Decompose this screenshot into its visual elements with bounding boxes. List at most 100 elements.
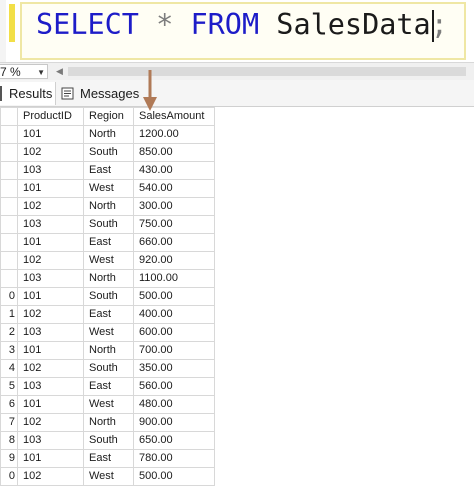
column-header-region[interactable]: Region — [83, 107, 134, 126]
row-number-cell[interactable]: 1 — [0, 305, 18, 324]
column-header-salesamount[interactable]: SalesAmount — [133, 107, 215, 126]
salesamount-cell[interactable]: 1200.00 — [133, 125, 215, 144]
productid-cell[interactable]: 101 — [17, 233, 84, 252]
region-cell[interactable]: North — [83, 197, 134, 216]
row-number-cell[interactable] — [0, 215, 18, 234]
dropdown-arrow-icon[interactable]: ▼ — [37, 65, 45, 80]
salesamount-cell[interactable]: 500.00 — [133, 287, 215, 306]
row-number-cell[interactable]: 6 — [0, 395, 18, 414]
productid-cell[interactable]: 102 — [17, 197, 84, 216]
row-number-cell[interactable] — [0, 233, 18, 252]
productid-cell[interactable]: 101 — [17, 125, 84, 144]
row-number-cell[interactable]: 5 — [0, 377, 18, 396]
table-row[interactable]: 6 101 West 480.00 — [0, 395, 215, 414]
productid-cell[interactable]: 103 — [17, 431, 84, 450]
productid-cell[interactable]: 102 — [17, 305, 84, 324]
region-cell[interactable]: East — [83, 377, 134, 396]
row-number-cell[interactable]: 3 — [0, 341, 18, 360]
table-row[interactable]: 5 103 East 560.00 — [0, 377, 215, 396]
table-row[interactable]: 103 South 750.00 — [0, 215, 215, 234]
region-cell[interactable]: East — [83, 161, 134, 180]
salesamount-cell[interactable]: 600.00 — [133, 323, 215, 342]
productid-cell[interactable]: 102 — [17, 143, 84, 162]
salesamount-cell[interactable]: 300.00 — [133, 197, 215, 216]
table-row[interactable]: 1 102 East 400.00 — [0, 305, 215, 324]
productid-cell[interactable]: 102 — [17, 251, 84, 270]
region-cell[interactable]: West — [83, 323, 134, 342]
table-row[interactable]: 9 101 East 780.00 — [0, 449, 215, 468]
column-header-productid[interactable]: ProductID — [17, 107, 84, 126]
region-cell[interactable]: West — [83, 395, 134, 414]
table-row[interactable]: 0 101 South 500.00 — [0, 287, 215, 306]
salesamount-cell[interactable]: 500.00 — [133, 467, 215, 486]
sql-query-line[interactable]: SELECT * FROM SalesData; — [36, 8, 448, 42]
productid-cell[interactable]: 101 — [17, 287, 84, 306]
productid-cell[interactable]: 102 — [17, 359, 84, 378]
table-row[interactable]: 8 103 South 650.00 — [0, 431, 215, 450]
productid-cell[interactable]: 103 — [17, 323, 84, 342]
row-number-cell[interactable]: 2 — [0, 323, 18, 342]
region-cell[interactable]: East — [83, 305, 134, 324]
row-number-cell[interactable] — [0, 161, 18, 180]
results-grid[interactable]: ProductID Region SalesAmount 101 North 120… — [0, 107, 215, 486]
region-cell[interactable]: South — [83, 359, 134, 378]
scroll-left-arrow-icon[interactable]: ◀ — [56, 64, 63, 79]
region-cell[interactable]: North — [83, 125, 134, 144]
salesamount-cell[interactable]: 560.00 — [133, 377, 215, 396]
row-number-cell[interactable] — [0, 197, 18, 216]
row-number-cell[interactable]: 4 — [0, 359, 18, 378]
table-row[interactable]: 2 103 West 600.00 — [0, 323, 215, 342]
productid-cell[interactable]: 103 — [17, 215, 84, 234]
table-row[interactable]: 103 East 430.00 — [0, 161, 215, 180]
productid-cell[interactable]: 101 — [17, 449, 84, 468]
table-row[interactable]: 4 102 South 350.00 — [0, 359, 215, 378]
salesamount-cell[interactable]: 1100.00 — [133, 269, 215, 288]
zoom-level-dropdown[interactable]: 7 % ▼ — [0, 64, 48, 79]
salesamount-cell[interactable]: 480.00 — [133, 395, 215, 414]
productid-cell[interactable]: 103 — [17, 269, 84, 288]
salesamount-cell[interactable]: 650.00 — [133, 431, 215, 450]
table-row[interactable]: 102 West 920.00 — [0, 251, 215, 270]
row-number-cell[interactable] — [0, 179, 18, 198]
row-number-cell[interactable] — [0, 251, 18, 270]
salesamount-cell[interactable]: 850.00 — [133, 143, 215, 162]
table-row[interactable]: 101 North 1200.00 — [0, 125, 215, 144]
row-number-cell[interactable]: 8 — [0, 431, 18, 450]
salesamount-cell[interactable]: 780.00 — [133, 449, 215, 468]
region-cell[interactable]: South — [83, 287, 134, 306]
row-number-cell[interactable]: 9 — [0, 449, 18, 468]
row-number-cell[interactable] — [0, 125, 18, 144]
productid-cell[interactable]: 102 — [17, 413, 84, 432]
tab-messages[interactable]: Messages — [59, 82, 143, 105]
table-row[interactable]: 102 North 300.00 — [0, 197, 215, 216]
region-cell[interactable]: North — [83, 341, 134, 360]
salesamount-cell[interactable]: 400.00 — [133, 305, 215, 324]
salesamount-cell[interactable]: 350.00 — [133, 359, 215, 378]
productid-cell[interactable]: 101 — [17, 341, 84, 360]
region-cell[interactable]: South — [83, 143, 134, 162]
row-number-cell[interactable]: 0 — [0, 467, 18, 486]
row-number-cell[interactable]: 0 — [0, 287, 18, 306]
region-cell[interactable]: West — [83, 179, 134, 198]
region-cell[interactable]: West — [83, 251, 134, 270]
table-row[interactable]: 102 South 850.00 — [0, 143, 215, 162]
region-cell[interactable]: North — [83, 413, 134, 432]
salesamount-cell[interactable]: 920.00 — [133, 251, 215, 270]
horizontal-scrollbar-thumb[interactable] — [68, 67, 466, 76]
productid-cell[interactable]: 101 — [17, 179, 84, 198]
region-cell[interactable]: East — [83, 449, 134, 468]
region-cell[interactable]: East — [83, 233, 134, 252]
table-row[interactable]: 103 North 1100.00 — [0, 269, 215, 288]
salesamount-cell[interactable]: 540.00 — [133, 179, 215, 198]
salesamount-cell[interactable]: 900.00 — [133, 413, 215, 432]
table-row[interactable]: 101 East 660.00 — [0, 233, 215, 252]
row-number-cell[interactable] — [0, 269, 18, 288]
region-cell[interactable]: North — [83, 269, 134, 288]
table-row[interactable]: 101 West 540.00 — [0, 179, 215, 198]
productid-cell[interactable]: 103 — [17, 377, 84, 396]
row-number-cell[interactable]: 7 — [0, 413, 18, 432]
query-editor[interactable]: SELECT * FROM SalesData; — [0, 0, 474, 62]
salesamount-cell[interactable]: 660.00 — [133, 233, 215, 252]
table-row[interactable]: 0 102 West 500.00 — [0, 467, 215, 486]
salesamount-cell[interactable]: 700.00 — [133, 341, 215, 360]
